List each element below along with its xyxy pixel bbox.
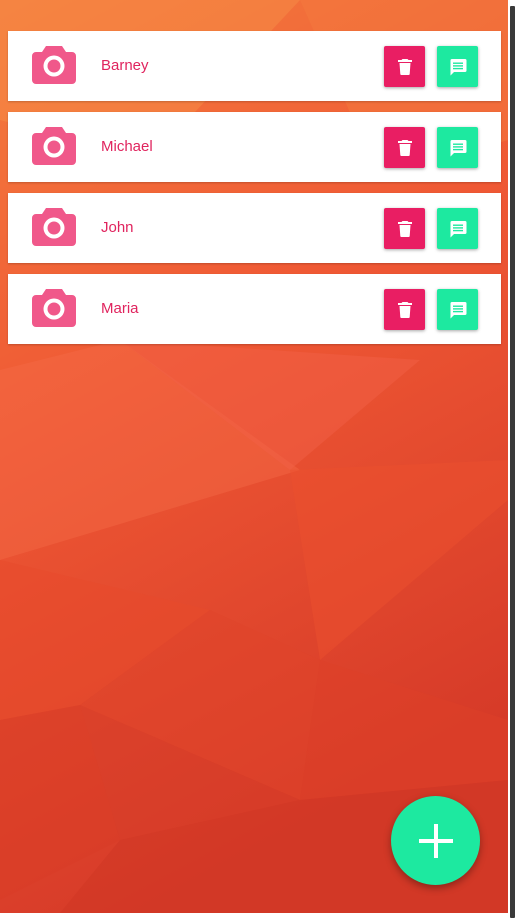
plus-icon xyxy=(418,823,453,858)
camera-icon[interactable] xyxy=(32,206,76,246)
message-button[interactable] xyxy=(437,208,478,249)
camera-icon[interactable] xyxy=(32,44,76,84)
camera-icon[interactable] xyxy=(32,125,76,165)
delete-button[interactable] xyxy=(384,127,425,168)
add-contact-button[interactable] xyxy=(391,796,480,885)
trash-icon xyxy=(397,58,412,75)
trash-icon xyxy=(397,139,412,156)
message-icon xyxy=(450,139,466,156)
trash-icon xyxy=(397,301,412,318)
contact-card[interactable]: Michael xyxy=(8,112,501,182)
camera-icon[interactable] xyxy=(32,287,76,327)
contact-name: John xyxy=(101,219,134,236)
scrollbar-thumb[interactable] xyxy=(510,6,515,918)
trash-icon xyxy=(397,220,412,237)
message-button[interactable] xyxy=(437,289,478,330)
contact-name: Barney xyxy=(101,57,149,74)
message-button[interactable] xyxy=(437,46,478,87)
contact-card[interactable]: Barney xyxy=(8,31,501,101)
app-screen: Barney Michael John Maria xyxy=(0,0,508,913)
contact-card[interactable]: John xyxy=(8,193,501,263)
message-icon xyxy=(450,301,466,318)
message-icon xyxy=(450,58,466,75)
message-button[interactable] xyxy=(437,127,478,168)
delete-button[interactable] xyxy=(384,208,425,249)
delete-button[interactable] xyxy=(384,289,425,330)
contact-name: Michael xyxy=(101,138,153,155)
contact-name: Maria xyxy=(101,300,139,317)
contact-card[interactable]: Maria xyxy=(8,274,501,344)
contact-list: Barney Michael John Maria xyxy=(8,31,501,355)
delete-button[interactable] xyxy=(384,46,425,87)
bottom-edge xyxy=(0,913,509,921)
message-icon xyxy=(450,220,466,237)
